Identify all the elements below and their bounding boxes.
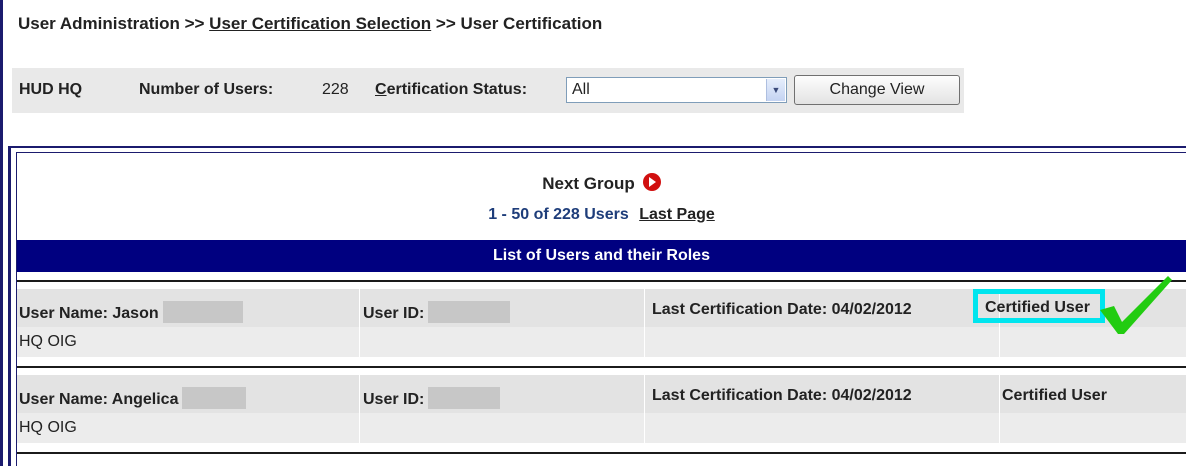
office-cell: HQ OIG <box>19 333 77 350</box>
change-view-button[interactable]: Change View <box>794 75 960 105</box>
user-id-cell: User ID: <box>363 375 501 413</box>
user-name-cell: User Name: Jason <box>19 289 243 327</box>
column-divider <box>644 289 645 327</box>
office-cell: HQ OIG <box>19 419 77 436</box>
number-of-users-value: 228 <box>322 81 349 98</box>
column-divider <box>999 327 1000 357</box>
breadcrumb-current-page: User Certification <box>460 14 603 33</box>
next-arrow-icon[interactable] <box>642 173 661 191</box>
next-group-label[interactable]: Next Group <box>542 174 635 193</box>
last-certification-date: Last Certification Date: 04/02/2012 <box>652 387 912 404</box>
certification-status-selected: All <box>572 81 590 98</box>
chevron-down-icon[interactable]: ▼ <box>766 79 785 101</box>
org-label: HUD HQ <box>19 81 83 98</box>
last-certification-date: Last Certification Date: 04/02/2012 <box>652 301 912 318</box>
redacted-user-id <box>428 387 501 409</box>
user-id-cell: User ID: <box>363 289 511 327</box>
certification-status: Certified User <box>1002 387 1107 404</box>
breadcrumb: User Administration >> User Certificatio… <box>18 14 602 34</box>
user-id-label: User ID: <box>363 391 425 408</box>
column-divider <box>359 327 360 357</box>
certification-status: Certified User <box>985 299 1090 316</box>
row-separator <box>17 366 1186 368</box>
user-name: User Name: Jason <box>19 305 159 322</box>
user-name: User Name: Angelica <box>19 391 179 408</box>
filter-bar: HUD HQ Number of Users: 228 Certificatio… <box>12 68 964 113</box>
redacted-surname <box>182 387 247 409</box>
table-row-detail: HQ OIG <box>17 327 1186 357</box>
breadcrumb-link-user-certification-selection[interactable]: User Certification Selection <box>209 14 431 33</box>
pagination-range: 1 - 50 of 228 Users Last Page <box>17 206 1186 224</box>
row-separator <box>17 280 1186 282</box>
column-divider <box>359 289 360 327</box>
certification-status-select[interactable]: All ▼ <box>566 77 787 103</box>
table-row: User Name: Angelica User ID: Last Certif… <box>17 375 1186 413</box>
redacted-surname <box>162 301 243 323</box>
range-text: 1 - 50 of 228 Users <box>488 206 629 223</box>
column-divider <box>359 413 360 443</box>
label-accesskey-letter: C <box>375 81 387 98</box>
left-border <box>0 0 3 466</box>
column-divider <box>999 375 1000 413</box>
user-name-cell: User Name: Angelica <box>19 375 247 413</box>
redacted-user-id <box>428 301 511 323</box>
checkmark-icon <box>1100 276 1172 334</box>
column-divider <box>359 375 360 413</box>
column-divider <box>644 327 645 357</box>
row-separator <box>17 452 1186 454</box>
column-divider <box>644 413 645 443</box>
column-divider <box>999 413 1000 443</box>
certification-status-label: Certification Status: <box>375 81 527 99</box>
column-divider <box>644 375 645 413</box>
number-of-users-label: Number of Users: <box>139 81 274 98</box>
last-page-link[interactable]: Last Page <box>639 206 715 223</box>
table-row-detail: HQ OIG <box>17 413 1186 443</box>
breadcrumb-separator: >> <box>435 14 456 33</box>
breadcrumb-separator: >> <box>184 14 205 33</box>
breadcrumb-user-administration: User Administration <box>18 14 180 33</box>
next-group: Next Group <box>17 173 1186 194</box>
list-header: List of Users and their Roles <box>17 240 1186 272</box>
user-id-label: User ID: <box>363 305 425 322</box>
certification-status-label-rest: ertification Status: <box>386 81 528 98</box>
